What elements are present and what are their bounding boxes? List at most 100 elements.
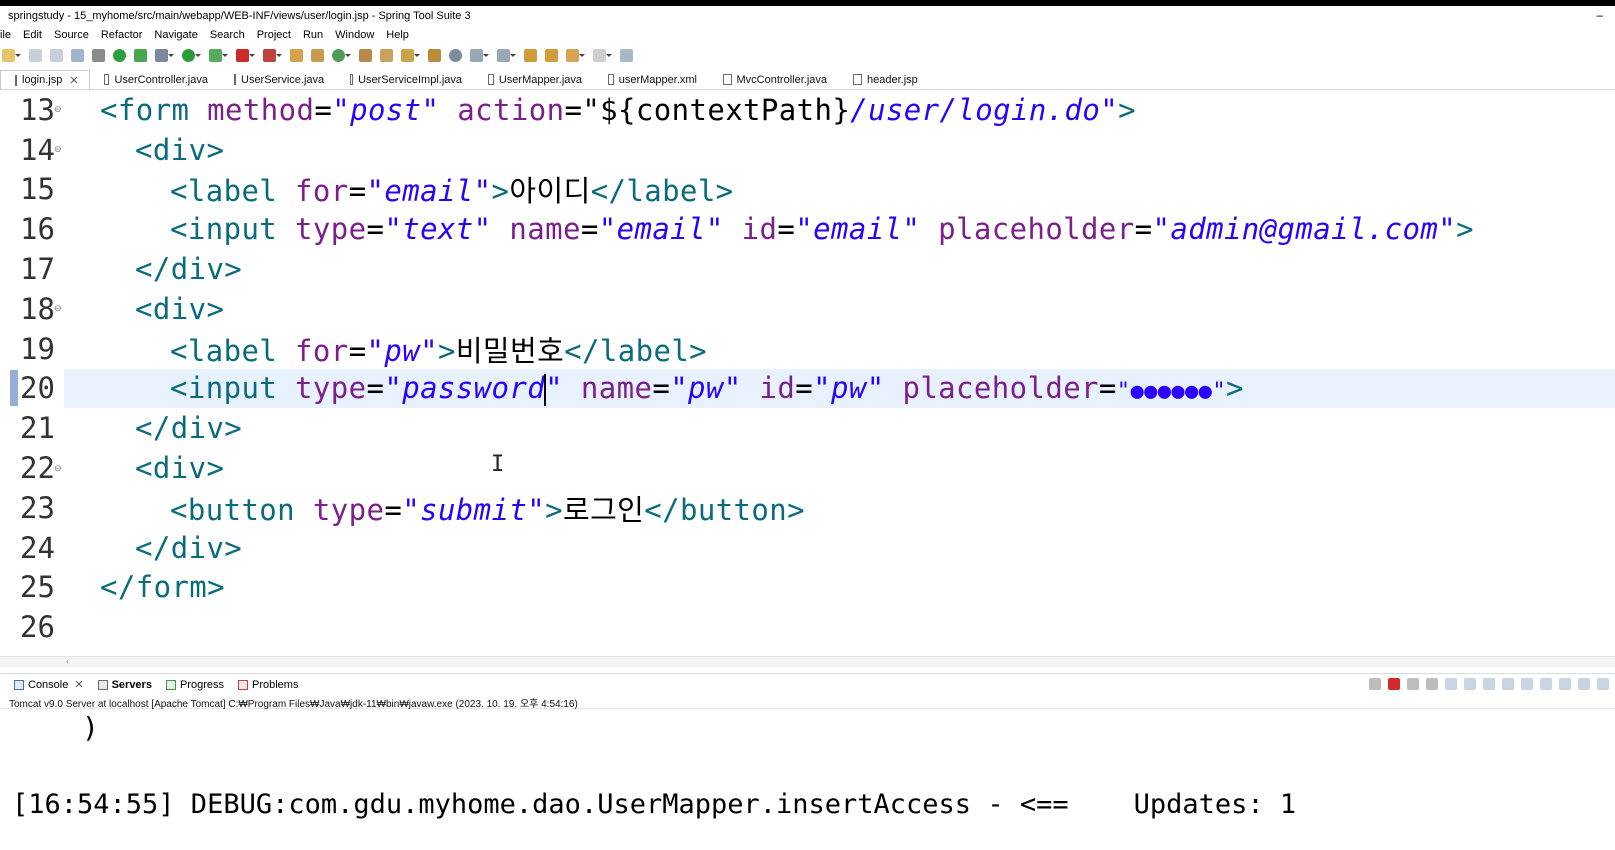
web-browser-icon[interactable]	[449, 48, 462, 62]
menu-refactor[interactable]: Refactor	[101, 29, 143, 41]
code-line[interactable]: 26	[0, 607, 1615, 647]
menu-search[interactable]: Search	[210, 29, 245, 41]
code-line[interactable]: 23 <button type="submit">로그인</button>	[0, 488, 1615, 528]
menu-file[interactable]: ile	[0, 29, 11, 41]
scroll-lock-icon[interactable]	[1464, 678, 1476, 690]
forward-arrow-icon[interactable]	[593, 48, 612, 62]
fold-icon[interactable]: ⊖	[54, 144, 62, 155]
show-on-stdout-icon[interactable]	[1502, 678, 1514, 690]
fold-icon[interactable]: ⊖	[54, 104, 62, 115]
coverage-icon[interactable]	[209, 48, 228, 62]
title-bar: springstudy - 15_myhome/src/main/webapp/…	[0, 6, 1615, 26]
code-line[interactable]: 25 </form>	[0, 568, 1615, 608]
console-output[interactable]: ) [16:54:55] DEBUG:com.gdu.myhome.dao.Us…	[10, 709, 1610, 850]
code-text: <div>	[135, 451, 225, 486]
next-annotation-icon[interactable]	[470, 48, 489, 62]
remove-all-icon[interactable]	[1426, 678, 1438, 690]
code-line[interactable]: 24 </div>	[0, 528, 1615, 568]
open-type-icon[interactable]	[359, 48, 372, 62]
relaunch-icon[interactable]	[1369, 678, 1381, 690]
close-icon[interactable]: ✕	[74, 678, 83, 691]
close-icon[interactable]: ✕	[69, 74, 78, 87]
menu-run[interactable]: Run	[303, 29, 323, 41]
code-line[interactable]: 16 <input type="text" name="email" id="e…	[0, 209, 1615, 249]
open-console-icon[interactable]	[1578, 678, 1590, 690]
new-class-icon[interactable]	[332, 48, 351, 62]
menu-project[interactable]: Project	[257, 29, 291, 41]
external-tools-icon[interactable]	[263, 48, 282, 62]
code-line[interactable]: 22 ⊖ <div>	[0, 448, 1615, 488]
tab-login-jsp[interactable]: login.jsp ✕	[0, 70, 90, 89]
open-perspective-icon[interactable]	[620, 48, 633, 62]
tab-usermapper-java[interactable]: UserMapper.java	[474, 70, 594, 89]
new-java-project-icon[interactable]	[290, 48, 303, 62]
save-all-icon[interactable]	[50, 48, 63, 62]
scroll-left-icon[interactable]: ‹	[66, 656, 69, 666]
tab-problems[interactable]: Problems	[237, 678, 299, 691]
code-text: </div>	[135, 252, 243, 287]
code-line[interactable]: 21 </div>	[0, 408, 1615, 448]
minimize-button[interactable]: –	[1596, 8, 1603, 22]
run-server-icon[interactable]	[113, 48, 126, 62]
tab-label: Problems	[251, 678, 299, 691]
back-arrow-icon[interactable]	[566, 48, 585, 62]
menu-source[interactable]: Source	[54, 29, 89, 41]
change-marker	[10, 370, 18, 407]
search-icon[interactable]	[401, 48, 420, 62]
code-line[interactable]: 19 <label for="pw">비밀번호</label>	[0, 329, 1615, 369]
show-on-stderr-icon[interactable]	[1521, 678, 1533, 690]
code-line[interactable]: 17 </div>	[0, 249, 1615, 289]
word-wrap-icon[interactable]	[1483, 678, 1495, 690]
tab-console[interactable]: Console ✕	[14, 678, 84, 691]
java-file-icon	[234, 74, 236, 85]
tab-mvccontroller-java[interactable]: MvcController.java	[709, 70, 839, 89]
back-icon[interactable]	[545, 48, 558, 62]
debug-icon[interactable]	[155, 48, 174, 62]
skip-breakpoints-icon[interactable]	[92, 48, 105, 62]
new-package-icon[interactable]	[311, 48, 324, 62]
line-number: 20	[20, 371, 55, 406]
tab-usercontroller-java[interactable]: UserController.java	[90, 70, 220, 89]
stop-icon[interactable]	[236, 48, 255, 62]
tab-label: Servers	[111, 678, 152, 691]
minimize-view-icon[interactable]	[1597, 678, 1609, 690]
code-line[interactable]: 13 ⊖ <form method="post" action="${conte…	[0, 90, 1615, 130]
tab-label: header.jsp	[867, 73, 918, 86]
terminate-icon[interactable]	[1388, 678, 1400, 690]
run-icon[interactable]	[182, 48, 201, 62]
refresh-icon[interactable]	[134, 48, 147, 62]
tab-userserviceimpl-java[interactable]: UserServiceImpl.java	[336, 70, 474, 89]
code-text: <form method="post" action="${contextPat…	[100, 92, 1136, 127]
menu-edit[interactable]: Edit	[23, 29, 42, 41]
annotation-icon[interactable]	[428, 48, 441, 62]
tab-servers[interactable]: Servers	[97, 678, 152, 691]
code-editor[interactable]: 13 ⊖ <form method="post" action="${conte…	[0, 90, 1615, 656]
menu-navigate[interactable]: Navigate	[154, 29, 197, 41]
tab-userservice-java[interactable]: UserService.java	[220, 70, 336, 89]
code-text: </form>	[100, 570, 226, 605]
display-console-icon[interactable]	[1559, 678, 1571, 690]
code-line[interactable]: 14 ⊖ <div>	[0, 130, 1615, 170]
console-view-tabs: Console ✕ Servers Progress Problems	[0, 673, 1615, 695]
menu-window[interactable]: Window	[335, 29, 374, 41]
menu-help[interactable]: Help	[386, 29, 409, 41]
save-icon[interactable]	[29, 48, 42, 62]
print-icon[interactable]	[71, 48, 84, 62]
open-task-icon[interactable]	[380, 48, 393, 62]
code-line[interactable]: 20 <input type="password" name="pw" id="…	[0, 369, 1615, 409]
remove-launch-icon[interactable]	[1407, 678, 1419, 690]
code-line[interactable]: 15 <label for="email">아이디</label>	[0, 170, 1615, 210]
fold-icon[interactable]: ⊖	[54, 303, 62, 314]
tab-usermapper-xml[interactable]: userMapper.xml	[594, 70, 709, 89]
last-edit-location-icon[interactable]	[524, 48, 537, 62]
horizontal-scrollbar[interactable]: ‹	[0, 656, 1615, 667]
previous-annotation-icon[interactable]	[497, 48, 516, 62]
new-icon[interactable]	[2, 48, 21, 62]
pin-console-icon[interactable]	[1540, 678, 1552, 690]
clear-console-icon[interactable]	[1445, 678, 1457, 690]
fold-icon[interactable]: ⊖	[54, 463, 62, 474]
tab-header-jsp[interactable]: header.jsp	[839, 70, 939, 89]
console-process-label: Tomcat v9.0 Server at localhost [Apache …	[0, 695, 1615, 710]
tab-progress[interactable]: Progress	[165, 679, 224, 691]
code-line[interactable]: 18 ⊖ <div>	[0, 289, 1615, 329]
